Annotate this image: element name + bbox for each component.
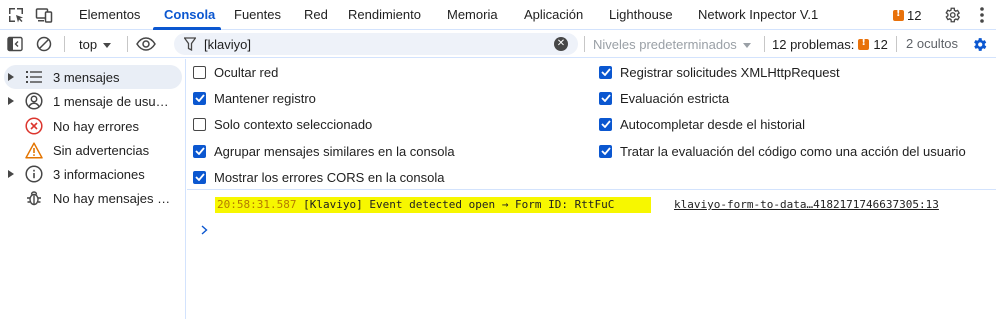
tab-red[interactable]: Red <box>304 0 328 30</box>
kebab-menu-icon[interactable] <box>972 5 992 25</box>
sidebar-item-label: 3 informaciones <box>53 166 145 182</box>
setting-label: Mostrar los errores CORS en la consola <box>214 169 445 185</box>
sidebar-item-label: No hay errores <box>53 118 139 134</box>
checkbox-checked[interactable] <box>599 91 612 105</box>
setting-label: Tratar la evaluación del código como una… <box>620 143 966 159</box>
toolbar-divider <box>584 36 585 52</box>
sidebar-item-user-messages[interactable]: 1 mensaje de usuar… <box>4 89 182 113</box>
issue-flag-icon <box>893 8 904 21</box>
issues-counter[interactable]: 12 <box>893 6 921 24</box>
error-icon <box>22 114 46 138</box>
context-label: top <box>79 36 98 52</box>
setting-eager-evaluation[interactable]: Evaluación estricta <box>599 87 729 109</box>
message-body: [Klaviyo] Event detected open → Form ID:… <box>303 198 615 211</box>
filter-input[interactable] <box>204 35 544 53</box>
setting-label: Registrar solicitudes XMLHttpRequest <box>620 64 840 80</box>
sidebar-item-messages[interactable]: 3 mensajes <box>4 65 182 89</box>
tab-memoria[interactable]: Memoria <box>447 0 498 30</box>
toolbar-divider <box>764 36 765 52</box>
user-icon <box>22 89 46 113</box>
setting-label: Mantener registro <box>214 90 316 106</box>
filter-icon <box>183 37 197 54</box>
bug-icon <box>22 186 46 210</box>
sidebar-item-info[interactable]: 3 informaciones <box>4 162 182 186</box>
checkbox-unchecked[interactable] <box>193 65 206 79</box>
console-message-row[interactable]: 20:58:31.587 [Klaviyo] Event detected op… <box>187 194 996 216</box>
console-settings-panel: Ocultar red Mantener registro Solo conte… <box>187 59 996 190</box>
chevron-down-icon <box>103 37 112 52</box>
toolbar-divider <box>64 36 65 52</box>
sidebar-item-errors[interactable]: No hay errores <box>4 114 182 138</box>
filter-box[interactable]: ✕ <box>174 33 578 55</box>
console-message-text[interactable]: 20:58:31.587 [Klaviyo] Event detected op… <box>217 197 614 213</box>
checkbox-checked[interactable] <box>193 144 206 158</box>
list-icon <box>22 65 46 89</box>
sidebar-item-verbose[interactable]: No hay mensajes c… <box>4 186 182 210</box>
setting-label: Agrupar mensajes similares en la consola <box>214 143 455 159</box>
message-source-link[interactable]: klaviyo-form-to-data…4182171746637305:13 <box>674 197 939 213</box>
clear-filter-button[interactable]: ✕ <box>554 37 568 51</box>
setting-label: Autocompletar desde el historial <box>620 116 805 132</box>
caret-right-icon[interactable] <box>4 162 18 186</box>
console-sidebar: 3 mensajes 1 mensaje de usuar… No hay er… <box>0 59 186 319</box>
toolbar-divider <box>127 36 128 52</box>
problems-count: 12 <box>873 36 888 52</box>
sidebar-item-label: 1 mensaje de usuar… <box>53 93 175 109</box>
sidebar-item-label: 3 mensajes <box>53 69 120 85</box>
problems-label: 12 problemas: <box>772 36 855 52</box>
problems-button[interactable]: 12 problemas: 12 <box>772 34 888 54</box>
message-timestamp: 20:58:31.587 <box>217 198 297 211</box>
setting-group-similar[interactable]: Agrupar mensajes similares en la consola <box>193 140 455 162</box>
console-messages: 20:58:31.587 [Klaviyo] Event detected op… <box>187 191 996 319</box>
tab-rendimiento[interactable]: Rendimiento <box>348 0 421 30</box>
device-toolbar-icon[interactable] <box>34 5 54 25</box>
log-levels-dropdown[interactable]: Niveles predeterminados <box>593 34 751 54</box>
setting-selected-context-only[interactable]: Solo contexto seleccionado <box>193 113 372 135</box>
sidebar-item-label: Sin advertencias <box>53 142 150 158</box>
caret-right-icon[interactable] <box>4 89 18 113</box>
setting-log-xhr[interactable]: Registrar solicitudes XMLHttpRequest <box>599 61 840 83</box>
console-prompt-icon[interactable] <box>198 222 210 238</box>
gear-icon[interactable] <box>942 5 962 25</box>
context-selector[interactable]: top <box>79 34 112 54</box>
clear-console-icon[interactable] <box>34 34 54 54</box>
warning-icon <box>22 138 46 162</box>
checkbox-checked[interactable] <box>599 65 612 79</box>
hidden-messages-count: 2 ocultos <box>906 36 959 51</box>
setting-label: Evaluación estricta <box>620 90 730 106</box>
eye-icon[interactable] <box>135 34 157 54</box>
tab-network-inpector[interactable]: Network Inpector V.1 <box>698 0 818 30</box>
tab-fuentes[interactable]: Fuentes <box>234 0 281 30</box>
setting-user-activation-eval[interactable]: Tratar la evaluación del código como una… <box>599 140 966 162</box>
setting-show-cors-errors[interactable]: Mostrar los errores CORS en la consola <box>193 166 444 188</box>
checkbox-checked[interactable] <box>599 117 612 131</box>
sidebar-item-warnings[interactable]: Sin advertencias <box>4 138 182 162</box>
console-toolbar: top ✕ Niveles predeterminados 12 problem… <box>0 30 996 58</box>
setting-preserve-log[interactable]: Mantener registro <box>193 87 316 109</box>
tab-aplicacion[interactable]: Aplicación <box>524 0 583 30</box>
setting-autocomplete-history[interactable]: Autocompletar desde el historial <box>599 113 805 135</box>
toggle-sidebar-icon[interactable] <box>5 34 25 54</box>
tab-lighthouse[interactable]: Lighthouse <box>609 0 673 30</box>
caret-right-icon[interactable] <box>4 65 18 89</box>
console-settings-gear-icon[interactable] <box>969 34 989 54</box>
checkbox-checked[interactable] <box>599 144 612 158</box>
tab-consola[interactable]: Consola <box>164 0 215 30</box>
devtools-tab-bar: Elementos Consola Fuentes Red Rendimient… <box>0 0 996 30</box>
setting-hide-network[interactable]: Ocultar red <box>193 61 278 83</box>
toolbar-divider <box>896 36 897 52</box>
checkbox-checked[interactable] <box>193 91 206 105</box>
issue-flag-icon <box>858 37 870 50</box>
checkbox-checked[interactable] <box>193 170 206 184</box>
issues-count: 12 <box>907 7 922 23</box>
setting-label: Solo contexto seleccionado <box>214 116 373 132</box>
setting-label: Ocultar red <box>214 64 279 80</box>
chevron-down-icon <box>742 37 751 52</box>
info-icon <box>22 162 46 186</box>
sidebar-item-label: No hay mensajes c… <box>53 190 175 206</box>
inspect-element-icon[interactable] <box>6 5 26 25</box>
checkbox-unchecked[interactable] <box>193 117 206 131</box>
tab-elementos[interactable]: Elementos <box>79 0 140 30</box>
log-levels-label: Niveles predeterminados <box>593 36 737 52</box>
